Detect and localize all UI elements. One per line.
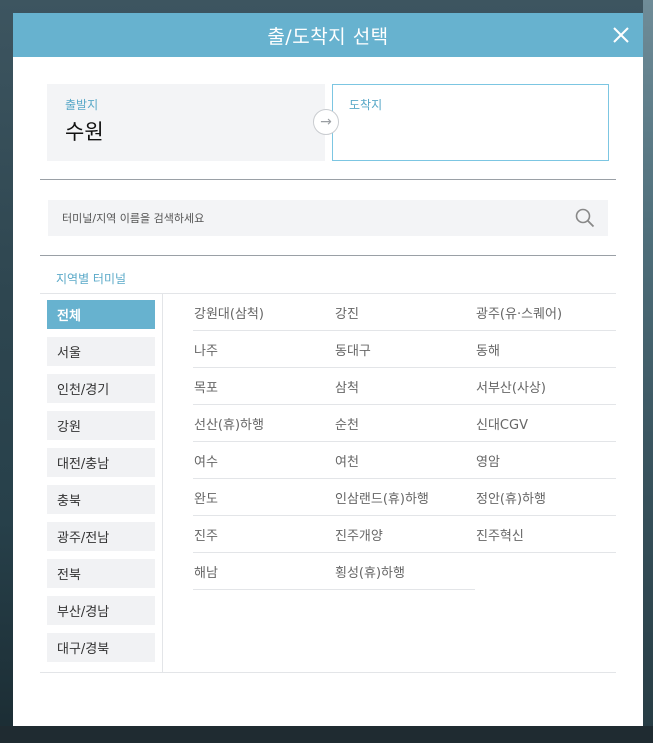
route-panel: 출발지 수원 → 도착지 [47, 84, 609, 162]
region-item-daejeon-chungnam[interactable]: 대전/충남 [47, 448, 155, 477]
terminal-item[interactable]: 강진 [334, 294, 475, 331]
region-item-busan-gyeongnam[interactable]: 부산/경남 [47, 596, 155, 625]
modal-title: 출/도착지 선택 [267, 25, 389, 48]
region-item-gwangju-jeonnam[interactable]: 광주/전남 [47, 522, 155, 551]
close-button[interactable] [607, 21, 635, 49]
search-bar [48, 200, 608, 236]
region-item-incheon-gyeonggi[interactable]: 인천/경기 [47, 374, 155, 403]
terminal-item[interactable]: 진주혁신 [475, 516, 616, 553]
modal-header: 출/도착지 선택 [13, 13, 643, 57]
region-item-gangwon[interactable]: 강원 [47, 411, 155, 440]
terminal-empty-cell [475, 553, 616, 590]
terminal-item[interactable]: 영암 [475, 442, 616, 479]
region-item-chungbuk[interactable]: 충북 [47, 485, 155, 514]
divider [40, 672, 616, 673]
terminal-item[interactable]: 진주 [193, 516, 334, 553]
terminal-item[interactable]: 정안(휴)하행 [475, 479, 616, 516]
terminal-item[interactable]: 동대구 [334, 331, 475, 368]
terminal-item[interactable]: 동해 [475, 331, 616, 368]
departure-field[interactable]: 출발지 수원 [47, 84, 325, 161]
region-item-seoul[interactable]: 서울 [47, 337, 155, 366]
terminal-item[interactable]: 해남 [193, 553, 334, 590]
route-select-modal: 출/도착지 선택 출발지 수원 → 도착지 터미널/지역 이름을 검색하세요 지… [13, 13, 643, 726]
divider [40, 179, 616, 180]
terminal-item[interactable]: 선산(휴)하행 [193, 405, 334, 442]
terminal-item[interactable]: 여수 [193, 442, 334, 479]
arrival-field[interactable]: 도착지 [332, 84, 609, 161]
departure-value: 수원 [65, 120, 104, 144]
terminal-item[interactable]: 광주(유·스퀘어) [475, 294, 616, 331]
search-input[interactable] [60, 210, 574, 226]
region-item-jeonbuk[interactable]: 전북 [47, 559, 155, 588]
arrow-right-icon: → [320, 114, 332, 130]
region-list: 전체 서울 인천/경기 강원 대전/충남 충북 광주/전남 전북 부산/경남 대… [47, 300, 155, 670]
region-item-all[interactable]: 전체 [47, 300, 155, 329]
region-heading: 지역별 터미널 [56, 272, 127, 286]
terminal-item[interactable]: 여천 [334, 442, 475, 479]
close-icon [613, 27, 629, 43]
terminal-item[interactable]: 순천 [334, 405, 475, 442]
terminal-item[interactable]: 목포 [193, 368, 334, 405]
terminal-item[interactable]: 서부산(사상) [475, 368, 616, 405]
terminal-item[interactable]: 진주개양 [334, 516, 475, 553]
page-backdrop-bottom [0, 726, 653, 743]
search-icon[interactable] [574, 207, 596, 229]
terminal-grid: 강원대(삼척) 강진 광주(유·스퀘어) 나주 동대구 동해 목포 삼척 서부산… [193, 294, 616, 590]
arrival-label: 도착지 [349, 98, 383, 112]
terminal-item[interactable]: 삼척 [334, 368, 475, 405]
terminal-item[interactable]: 횡성(휴)하행 [334, 553, 475, 590]
terminal-item[interactable]: 인삼랜드(휴)하행 [334, 479, 475, 516]
terminal-item[interactable]: 완도 [193, 479, 334, 516]
swap-button[interactable]: → [313, 109, 339, 135]
terminal-item[interactable]: 강원대(삼척) [193, 294, 334, 331]
terminal-item[interactable]: 나주 [193, 331, 334, 368]
page-backdrop [643, 0, 653, 743]
departure-label: 출발지 [65, 98, 99, 112]
terminal-item[interactable]: 신대CGV [475, 405, 616, 442]
divider [40, 255, 616, 256]
region-item-daegu-gyeongbuk[interactable]: 대구/경북 [47, 633, 155, 662]
column-separator [162, 294, 163, 672]
